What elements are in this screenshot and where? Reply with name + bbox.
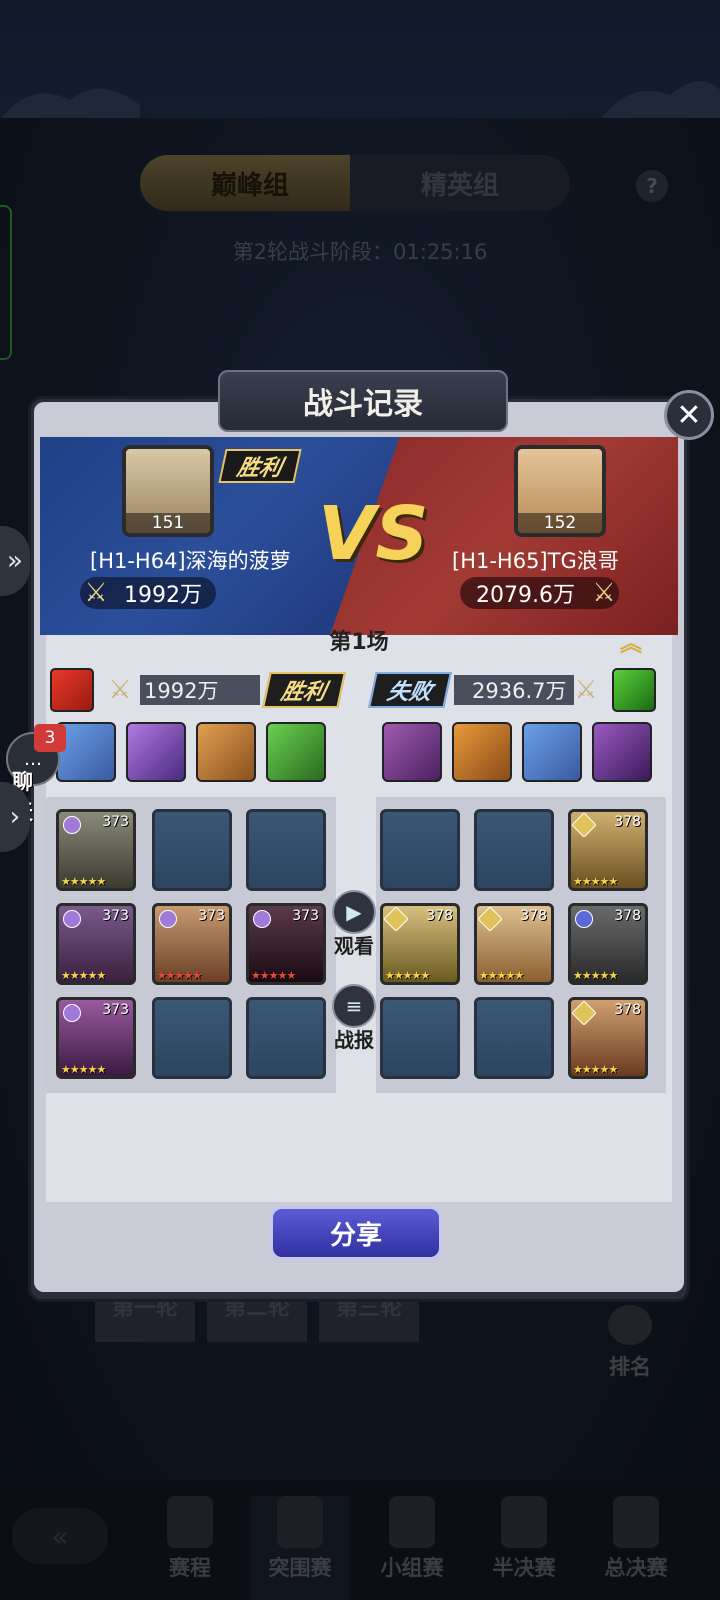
hero-level: 373 bbox=[102, 814, 129, 830]
hero-card[interactable]: 373 ★★★★★ bbox=[56, 809, 136, 891]
hero-level: 373 bbox=[198, 908, 225, 924]
left-team-victory-badge: 胜利 bbox=[262, 672, 346, 708]
match-header[interactable]: 第1场 ︽ bbox=[40, 622, 678, 657]
hero-stars: ★★★★★ bbox=[61, 1063, 106, 1076]
empty-slot bbox=[152, 809, 232, 891]
pet-icon[interactable] bbox=[266, 722, 326, 782]
right-formation: 378 ★★★★★ 378 ★★★★★ 378 ★★★★★ 378 ★★★★★ … bbox=[376, 797, 666, 1093]
pet-icon[interactable] bbox=[382, 722, 442, 782]
hero-card[interactable]: 373 ★★★★★ bbox=[152, 903, 232, 985]
right-player-name: [H1-H65]TG浪哥 bbox=[452, 549, 619, 573]
right-team-defeat-badge: 失败 bbox=[368, 672, 452, 708]
right-team-power: 2936.7万 bbox=[454, 675, 574, 705]
faction-icon bbox=[575, 910, 593, 928]
sword-icon: ⚔ bbox=[108, 675, 132, 705]
hero-stars: ★★★★★ bbox=[573, 1063, 618, 1076]
left-team-summary: ⚔ 1992万 胜利 bbox=[50, 668, 350, 712]
pet-icon[interactable] bbox=[126, 722, 186, 782]
left-artifact-icon[interactable] bbox=[50, 668, 94, 712]
share-button[interactable]: 分享 bbox=[270, 1206, 442, 1260]
hero-level: 373 bbox=[102, 1002, 129, 1018]
pet-icon[interactable] bbox=[452, 722, 512, 782]
hero-card[interactable]: 378 ★★★★★ bbox=[568, 997, 648, 1079]
hero-level: 378 bbox=[614, 1002, 641, 1018]
faction-icon bbox=[477, 906, 503, 932]
empty-slot bbox=[380, 809, 460, 891]
faction-icon bbox=[253, 910, 271, 928]
hero-card[interactable]: 378 ★★★★★ bbox=[380, 903, 460, 985]
empty-slot bbox=[474, 809, 554, 891]
faction-icon bbox=[63, 816, 81, 834]
chat-unread-badge: 3 bbox=[34, 724, 66, 752]
left-team-power: 1992万 bbox=[140, 675, 260, 705]
chat-button[interactable]: … 3 聊天 bbox=[6, 724, 66, 824]
right-player-level: 152 bbox=[518, 513, 602, 533]
close-button[interactable]: ✕ bbox=[664, 390, 714, 440]
right-player-avatar[interactable]: 152 bbox=[514, 445, 606, 537]
empty-slot bbox=[246, 997, 326, 1079]
hero-card[interactable]: 373 ★★★★★ bbox=[246, 903, 326, 985]
empty-slot bbox=[474, 997, 554, 1079]
right-team-summary: 失败 2936.7万 ⚔ bbox=[368, 668, 662, 712]
match-title: 第1场 bbox=[329, 630, 389, 655]
empty-slot bbox=[152, 997, 232, 1079]
hero-level: 378 bbox=[520, 908, 547, 924]
sword-icon: ⚔ bbox=[84, 578, 108, 608]
hero-card[interactable]: 378 ★★★★★ bbox=[474, 903, 554, 985]
faction-icon bbox=[63, 910, 81, 928]
hero-card[interactable]: 378 ★★★★★ bbox=[568, 903, 648, 985]
right-pets bbox=[382, 722, 662, 784]
right-artifact-icon[interactable] bbox=[612, 668, 656, 712]
faction-icon bbox=[571, 1000, 597, 1026]
watch-label: 观看 bbox=[334, 934, 374, 958]
faction-icon bbox=[159, 910, 177, 928]
play-icon: ▶ bbox=[332, 890, 376, 934]
vs-emblem: VS bbox=[318, 491, 429, 577]
hero-stars: ★★★★★ bbox=[61, 875, 106, 888]
pet-icon[interactable] bbox=[522, 722, 582, 782]
sword-icon: ⚔ bbox=[592, 578, 616, 608]
hero-stars: ★★★★★ bbox=[61, 969, 106, 982]
hero-level: 378 bbox=[614, 908, 641, 924]
close-icon: ✕ bbox=[676, 397, 702, 433]
hero-stars: ★★★★★ bbox=[385, 969, 430, 982]
hero-stars: ★★★★★ bbox=[251, 969, 296, 982]
battle-report-label: 战报 bbox=[334, 1028, 374, 1052]
empty-slot bbox=[246, 809, 326, 891]
left-player-name: [H1-H64]深海的菠萝 bbox=[90, 549, 291, 573]
hero-card[interactable]: 373 ★★★★★ bbox=[56, 903, 136, 985]
faction-icon bbox=[383, 906, 409, 932]
left-player-avatar[interactable]: 151 bbox=[122, 445, 214, 537]
hero-stars: ★★★★★ bbox=[573, 875, 618, 888]
vs-banner: 151 胜利 [H1-H64]深海的菠萝 1992万 ⚔ VS 152 [H1-… bbox=[40, 437, 678, 635]
hero-stars: ★★★★★ bbox=[573, 969, 618, 982]
empty-slot bbox=[380, 997, 460, 1079]
faction-icon bbox=[63, 1004, 81, 1022]
hero-stars: ★★★★★ bbox=[157, 969, 202, 982]
hero-stars: ★★★★★ bbox=[479, 969, 524, 982]
chevron-up-icon[interactable]: ︽ bbox=[616, 626, 646, 657]
left-player-level: 151 bbox=[126, 513, 210, 533]
hero-level: 373 bbox=[292, 908, 319, 924]
modal-title: 战斗记录 bbox=[218, 370, 508, 432]
hero-level: 373 bbox=[102, 908, 129, 924]
sword-icon: ⚔ bbox=[574, 675, 598, 705]
watch-button[interactable]: ▶ 观看 bbox=[327, 890, 381, 959]
pet-icon[interactable] bbox=[196, 722, 256, 782]
left-pets bbox=[56, 722, 336, 784]
hero-level: 378 bbox=[426, 908, 453, 924]
pet-icon[interactable] bbox=[592, 722, 652, 782]
left-formation: 373 ★★★★★ 373 ★★★★★ 373 ★★★★★ 373 ★★★★★ … bbox=[46, 797, 336, 1093]
left-player-victory-badge: 胜利 bbox=[218, 449, 302, 483]
faction-icon bbox=[571, 812, 597, 838]
scroll-icon: ≡ bbox=[332, 984, 376, 1028]
hero-level: 378 bbox=[614, 814, 641, 830]
battle-report-button[interactable]: ≡ 战报 bbox=[327, 984, 381, 1053]
hero-card[interactable]: 373 ★★★★★ bbox=[56, 997, 136, 1079]
hero-card[interactable]: 378 ★★★★★ bbox=[568, 809, 648, 891]
